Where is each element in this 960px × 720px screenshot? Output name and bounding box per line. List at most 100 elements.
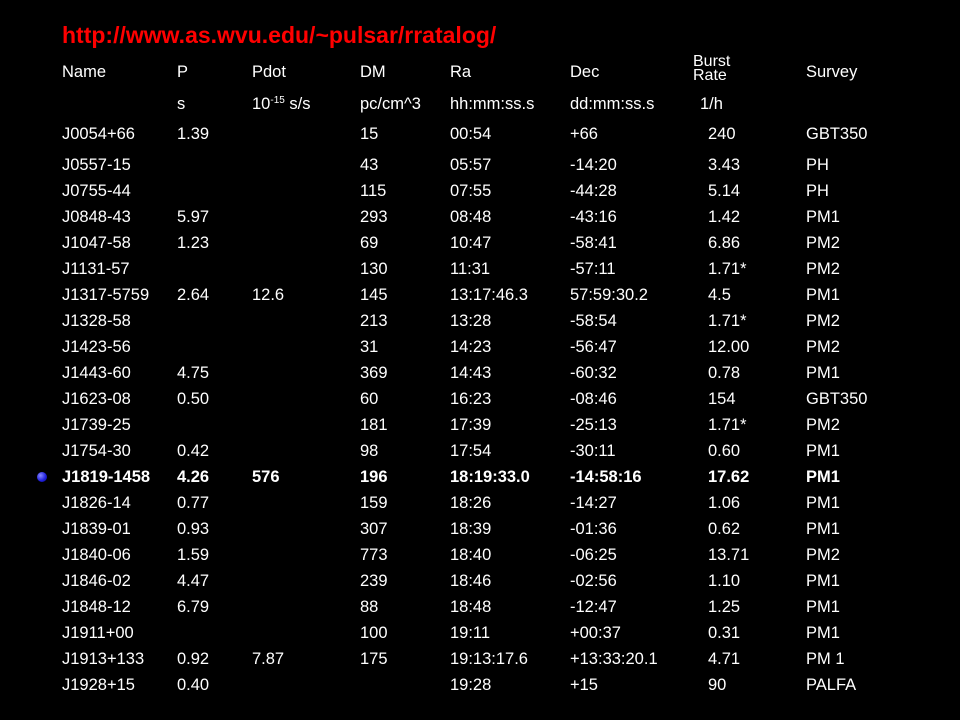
cell-name: J1911+00 [62,624,134,642]
cell-burst-rate: 12.00 [708,338,750,356]
cell-p: 0.77 [177,494,210,512]
cell-p: 1.39 [177,125,210,143]
cell-pdot: 576 [252,468,280,486]
cell-survey: PM2 [806,260,840,278]
cell-name: J1623-08 [62,390,131,408]
cell-survey: PH [806,156,829,174]
cell-pdot: 7.87 [252,650,285,668]
cell-dm: 159 [360,494,388,512]
cell-survey: PM1 [806,442,840,460]
cell-survey: PM1 [806,598,840,616]
cell-dec: -30:11 [570,442,616,460]
unit-ra: hh:mm:ss.s [450,95,535,113]
cell-survey: PM 1 [806,650,845,668]
cell-name: J1754-30 [62,442,131,460]
header-pdot: Pdot [252,63,286,81]
cell-survey: PM1 [806,208,840,226]
cell-p: 0.42 [177,442,210,460]
cell-name: J1826-14 [62,494,131,512]
cell-name: J1047-58 [62,234,131,252]
cell-ra: 18:48 [450,598,492,616]
cell-dm: 43 [360,156,379,174]
cell-survey: PM2 [806,546,840,564]
cell-name: J1840-06 [62,546,131,564]
cell-burst-rate: 1.10 [708,572,741,590]
cell-p: 0.92 [177,650,210,668]
cell-dm: 31 [360,338,379,356]
cell-dm: 239 [360,572,388,590]
cell-ra: 05:57 [450,156,492,174]
cell-survey: PM2 [806,234,840,252]
cell-name: J1131-57 [62,260,130,278]
cell-burst-rate: 1.71* [708,312,747,330]
cell-dec: -12:47 [570,598,617,616]
cell-burst-rate: 0.78 [708,364,741,382]
cell-survey: GBT350 [806,390,868,408]
cell-burst-rate: 1.06 [708,494,741,512]
cell-dec: -25:13 [570,416,617,434]
cell-ra: 19:11 [450,624,491,642]
cell-burst-rate: 1.25 [708,598,741,616]
cell-survey: PM1 [806,468,840,486]
cell-p: 0.40 [177,676,210,694]
header-name: Name [62,63,107,81]
cell-survey: PM2 [806,312,840,330]
unit-dec: dd:mm:ss.s [570,95,655,113]
cell-dec: +00:37 [570,624,621,642]
cell-survey: PM1 [806,494,840,512]
cell-dec: +15 [570,676,598,694]
unit-pdot-unit: s/s [284,95,311,113]
cell-ra: 00:54 [450,125,492,143]
unit-pdot-exponent: -15 [270,95,285,106]
cell-name: J1739-25 [62,416,131,434]
cell-p: 1.23 [177,234,210,252]
cell-ra: 19:28 [450,676,492,694]
cell-survey: PM2 [806,338,840,356]
header-dm: DM [360,63,386,81]
cell-ra: 18:26 [450,494,492,512]
cell-dm: 145 [360,286,388,304]
cell-name: J1328-58 [62,312,131,330]
cell-p: 4.47 [177,572,210,590]
unit-p: s [177,95,186,113]
cell-ra: 10:47 [450,234,492,252]
header-p: P [177,63,189,81]
cell-burst-rate: 154 [708,390,736,408]
header-survey: Survey [806,63,858,81]
cell-survey: GBT350 [806,125,868,143]
cell-dm: 130 [360,260,388,278]
unit-pdot: 10-15 s/s [252,96,310,113]
cell-dm: 175 [360,650,388,668]
cell-ra: 14:43 [450,364,492,382]
cell-p: 1.59 [177,546,210,564]
cell-name: J1928+15 [62,676,135,694]
cell-dec: -58:41 [570,234,617,252]
cell-burst-rate: 0.62 [708,520,741,538]
cell-p: 4.75 [177,364,210,382]
cell-name: J1423-56 [62,338,131,356]
cell-name: J0755-44 [62,182,131,200]
cell-ra: 08:48 [450,208,492,226]
cell-p: 6.79 [177,598,210,616]
cell-burst-rate: 90 [708,676,727,694]
cell-survey: PALFA [806,676,857,694]
cell-p: 0.93 [177,520,210,538]
cell-p: 4.26 [177,468,210,486]
slide-title: http://www.as.wvu.edu/~pulsar/rratalog/ [62,22,497,48]
cell-burst-rate: 1.71* [708,260,747,278]
cell-dm: 196 [360,468,388,486]
header-burst-rate: Burst Rate [693,54,730,84]
cell-survey: PM2 [806,416,840,434]
cell-ra: 18:39 [450,520,492,538]
cell-dm: 60 [360,390,379,408]
bullet-icon [37,472,47,482]
cell-p: 0.50 [177,390,210,408]
cell-name: J1317-5759 [62,286,150,304]
cell-burst-rate: 4.71 [708,650,741,668]
cell-dm: 88 [360,598,379,616]
cell-burst-rate: 3.43 [708,156,741,174]
cell-name: J1839-01 [62,520,131,538]
cell-name: J1848-12 [62,598,131,616]
cell-ra: 16:23 [450,390,492,408]
cell-dec: -44:28 [570,182,617,200]
